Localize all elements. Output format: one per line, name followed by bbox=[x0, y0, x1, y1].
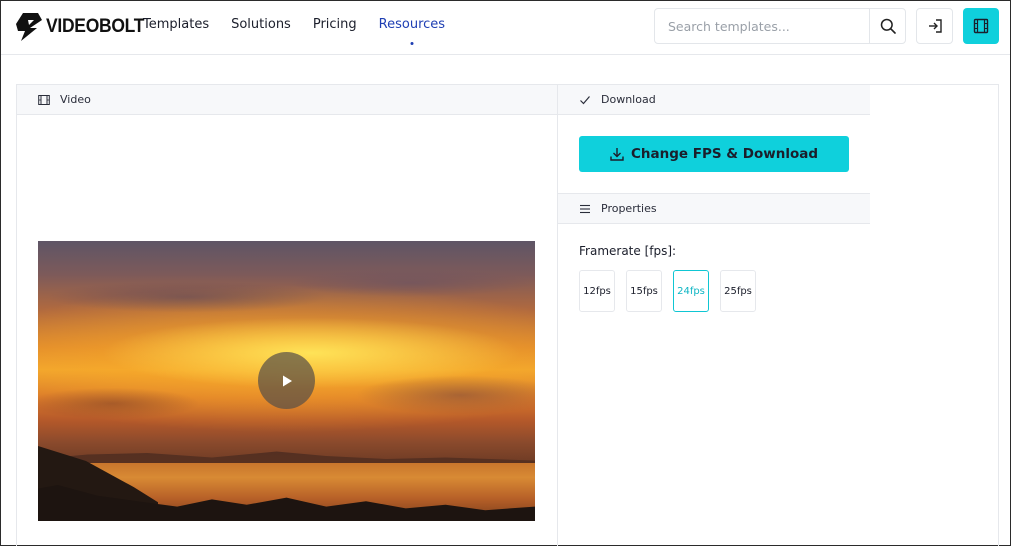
search-box bbox=[654, 8, 906, 44]
nav-item-solutions[interactable]: Solutions bbox=[231, 17, 291, 32]
properties-panel-header: Properties bbox=[558, 194, 870, 224]
fps-options: 12fps 15fps 24fps 25fps bbox=[579, 270, 767, 312]
editor-card: Video Download Change FPS & Download Pro… bbox=[16, 84, 999, 546]
videobolt-logo[interactable]: VIDEOBOLT bbox=[15, 11, 153, 43]
fps-option-24[interactable]: 24fps bbox=[673, 270, 709, 312]
fps-option-15[interactable]: 15fps bbox=[626, 270, 662, 312]
fps-option-12[interactable]: 12fps bbox=[579, 270, 615, 312]
film-icon bbox=[38, 94, 50, 106]
nav-item-resources[interactable]: Resources bbox=[379, 17, 445, 32]
video-panel: Video bbox=[17, 85, 558, 546]
properties-panel-title: Properties bbox=[601, 202, 657, 215]
search-button[interactable] bbox=[869, 9, 905, 43]
video-panel-header: Video bbox=[17, 85, 557, 115]
play-icon bbox=[282, 375, 292, 386]
check-icon bbox=[579, 94, 591, 106]
login-button[interactable] bbox=[916, 8, 953, 44]
bolt-logo-icon bbox=[16, 13, 42, 41]
nav-item-pricing[interactable]: Pricing bbox=[313, 17, 357, 32]
play-button[interactable] bbox=[258, 352, 315, 409]
download-panel-header: Download bbox=[558, 85, 870, 115]
download-panel-title: Download bbox=[601, 93, 656, 106]
download-icon bbox=[610, 148, 624, 161]
settings-panel: Download Change FPS & Download Propertie… bbox=[558, 85, 870, 546]
framerate-label: Framerate [fps]: bbox=[579, 244, 677, 258]
search-icon bbox=[880, 18, 896, 34]
brand-name: VIDEOBOLT bbox=[46, 16, 145, 37]
my-videos-button[interactable] bbox=[963, 8, 999, 44]
video-panel-title: Video bbox=[60, 93, 91, 106]
main-nav: Templates Solutions Pricing Resources bbox=[143, 17, 467, 32]
site-header: VIDEOBOLT Templates Solutions Pricing Re… bbox=[1, 1, 1010, 55]
menu-icon bbox=[579, 203, 591, 215]
change-fps-download-button[interactable]: Change FPS & Download bbox=[579, 136, 849, 172]
nav-item-templates[interactable]: Templates bbox=[143, 17, 209, 32]
download-button-label: Change FPS & Download bbox=[630, 146, 818, 162]
login-icon bbox=[928, 19, 942, 33]
properties-section: Properties bbox=[558, 193, 870, 224]
fps-option-25[interactable]: 25fps bbox=[720, 270, 756, 312]
search-input[interactable] bbox=[655, 9, 869, 43]
video-preview[interactable] bbox=[38, 241, 535, 521]
film-icon bbox=[973, 18, 989, 34]
